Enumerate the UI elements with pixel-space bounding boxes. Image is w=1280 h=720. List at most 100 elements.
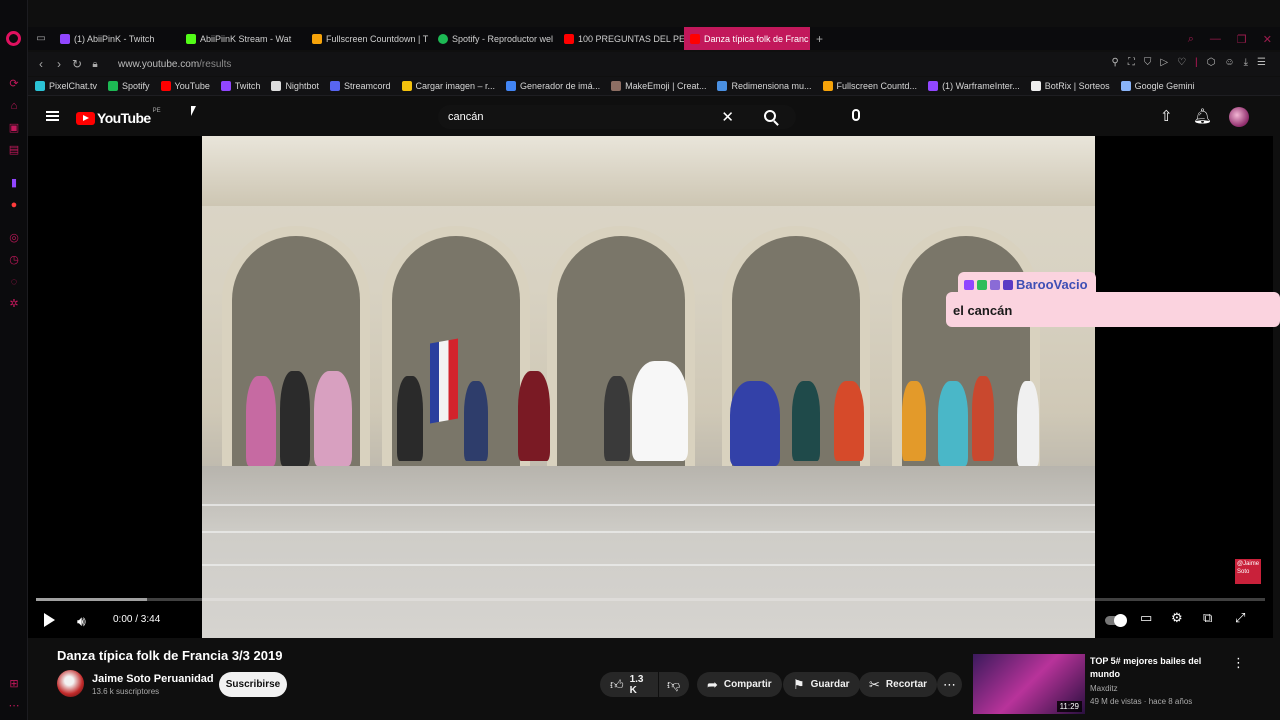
bookmark-item[interactable]: BotRix | Sorteos (1030, 81, 1110, 91)
history-icon[interactable]: ⟳ (7, 77, 21, 91)
bookmark-item[interactable]: Nightbot (271, 81, 319, 91)
kick-icon (186, 33, 196, 44)
settings-icon[interactable]: ✲ (7, 297, 21, 311)
shopping-icon[interactable]: ⌂ (7, 99, 21, 113)
dancer (604, 376, 630, 461)
player-icon[interactable]: ◎ (7, 231, 21, 245)
stage-line (202, 504, 1095, 506)
url-field[interactable]: www.youtube.com/results (118, 59, 231, 70)
more-vertical-icon[interactable]: ⋮ (1232, 655, 1245, 671)
save-button[interactable]: ⚑ Guardar (783, 672, 860, 697)
bookmark-icon: ⚑ (793, 676, 805, 692)
stage-floor (202, 466, 1095, 638)
bookmark-item[interactable]: Redimensiona mu... (717, 81, 812, 91)
youtube-sidebar-icon[interactable]: ● (7, 198, 21, 212)
close-icon[interactable]: ✕ (1263, 33, 1272, 46)
bookmark-item[interactable]: (1) WarframeInter... (928, 81, 1020, 91)
channel-avatar[interactable] (57, 670, 84, 697)
bookmark-item[interactable]: YouTube (160, 81, 210, 91)
tab-twitch[interactable]: (1) AbiiPinK - Twitch (54, 27, 180, 50)
autoplay-toggle[interactable] (1105, 614, 1127, 627)
video-frame[interactable] (202, 136, 1095, 638)
guide-menu-icon[interactable] (46, 111, 59, 121)
tab-youtube-preguntas[interactable]: 100 PREGUNTAS DEL PER (558, 27, 684, 50)
back-icon[interactable]: ‹ (32, 57, 50, 71)
messenger-icon[interactable]: ▣ (7, 121, 21, 135)
search-input[interactable]: cancán ✕ (438, 105, 796, 129)
twitch-sidebar-icon[interactable]: ▮ (7, 176, 21, 190)
more-icon[interactable]: ⋯ (7, 699, 21, 713)
more-actions-button[interactable]: ⋯ (937, 672, 962, 697)
notifications-icon[interactable]: 🔔︎ (1193, 107, 1212, 125)
tab-kick[interactable]: AbiiPiinK Stream - Wat (180, 27, 306, 50)
bookmark-favicon-icon (329, 81, 340, 91)
youtube-logo[interactable]: YouTube PE (76, 108, 161, 126)
chat-icon[interactable]: ◌ (7, 275, 21, 289)
tab-youtube-active[interactable]: Danza típica folk de Franc (684, 27, 810, 50)
dancer (902, 381, 926, 461)
pin-icon[interactable]: ⚲ (1112, 57, 1119, 68)
heart-icon[interactable]: ♡ (1177, 57, 1186, 68)
snapshot-icon[interactable]: ⛶ (1128, 57, 1135, 68)
lock-icon[interactable]: 🔒︎ (86, 59, 104, 70)
video-player[interactable]: BarooVacio el cancán @Jaime Soto 🔊︎ 0:00… (28, 136, 1280, 638)
clip-button[interactable]: ✂ Recortar (859, 672, 938, 697)
bookmark-item[interactable]: Spotify (108, 81, 150, 91)
account-avatar[interactable] (1229, 107, 1249, 127)
recommended-thumbnail[interactable]: 11:29 (973, 654, 1085, 714)
dancer-white-dress (632, 361, 688, 461)
clock-icon[interactable]: ◷ (7, 253, 21, 267)
subtitles-icon[interactable]: ▭ (1140, 610, 1152, 626)
recommended-channel[interactable]: Maxditz (1090, 684, 1118, 693)
upload-icon[interactable]: ⇧ (1160, 107, 1173, 125)
bookmark-item[interactable]: Generador de imá... (506, 81, 600, 91)
settings-gear-icon[interactable]: ⚙ (1171, 610, 1183, 626)
youtube-header: YouTube PE cancán ✕ ⇧ 🔔︎ (28, 98, 1273, 136)
tab-menu-icon[interactable]: ▭ (28, 33, 54, 44)
maximize-icon[interactable]: ❐ (1237, 33, 1247, 46)
spotify-icon (438, 33, 448, 44)
shield-icon[interactable]: ⛉ (1144, 57, 1152, 68)
extensions-icon[interactable]: ⬡ (1207, 57, 1216, 68)
opera-logo-icon[interactable] (6, 31, 21, 46)
flow-icon[interactable]: ▷ (1160, 57, 1168, 68)
bookmark-item[interactable]: Cargar imagen – r... (401, 81, 495, 91)
share-button[interactable]: ➦ Compartir (697, 672, 782, 697)
bookmark-item[interactable]: PixelChat.tv (35, 81, 97, 91)
menu-icon[interactable]: ☰ (1257, 57, 1266, 68)
new-tab-button[interactable]: + (816, 32, 823, 46)
bookmark-item[interactable]: Google Gemini (1120, 81, 1195, 91)
clear-search-icon[interactable]: ✕ (721, 108, 734, 126)
bookmark-item[interactable]: Twitch (220, 81, 260, 91)
subscribe-button[interactable]: Suscribirse (219, 672, 287, 697)
bookmark-item[interactable]: Fullscreen Countd... (822, 81, 917, 91)
dancer (246, 376, 276, 466)
tab-countdown[interactable]: Fullscreen Countdown | T (306, 27, 432, 50)
play-icon[interactable] (44, 613, 55, 627)
voice-search-icon[interactable] (852, 109, 860, 121)
dancer (972, 376, 994, 461)
bookmark-item[interactable]: MakeEmoji | Creat... (611, 81, 706, 91)
download-icon[interactable]: ⤓ (1244, 57, 1248, 68)
miniplayer-icon[interactable]: ⧉ (1203, 610, 1212, 626)
search-tabs-icon[interactable]: ⌕ (1188, 33, 1194, 46)
progress-bar[interactable] (36, 598, 1265, 601)
dislike-button[interactable]: 👎︎ (659, 672, 689, 697)
reload-icon[interactable]: ↻ (68, 57, 86, 71)
instagram-icon[interactable]: ▤ (7, 143, 21, 157)
channel-watermark[interactable]: @Jaime Soto (1235, 559, 1261, 584)
bookmark-item[interactable]: Streamcord (329, 81, 391, 91)
sub-badge-icon (977, 279, 987, 290)
channel-name[interactable]: Jaime Soto Peruanidad (92, 673, 214, 685)
tab-spotify[interactable]: Spotify - Reproductor wel (432, 27, 558, 50)
easy-setup-icon[interactable]: ⊞ (7, 677, 21, 691)
like-button[interactable]: 👍︎ 1.3 K (600, 672, 658, 697)
dancer (464, 381, 488, 461)
fullscreen-icon[interactable]: ⤢ (1235, 610, 1245, 626)
minimize-icon[interactable]: — (1210, 33, 1221, 46)
profile-icon[interactable]: ☺ (1224, 57, 1234, 68)
forward-icon[interactable]: › (50, 57, 68, 71)
volume-icon[interactable]: 🔊︎ (77, 613, 86, 630)
search-icon[interactable] (764, 110, 776, 122)
recommended-title[interactable]: TOP 5# mejores bailes del mundo (1090, 655, 1220, 681)
